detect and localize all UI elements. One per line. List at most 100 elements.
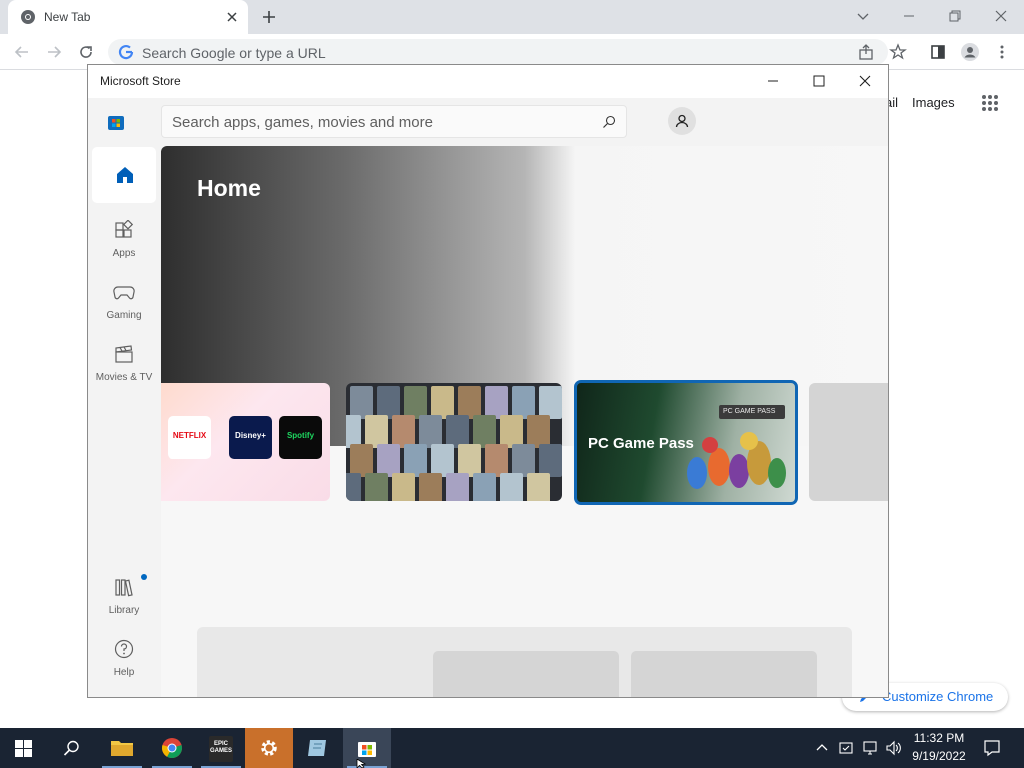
chrome-menu-icon[interactable]	[992, 42, 1012, 62]
taskbar-microsoft-store[interactable]	[343, 728, 391, 768]
chrome-icon	[162, 738, 182, 759]
customize-chrome-label: Customize Chrome	[882, 689, 994, 704]
clapperboard-icon	[115, 345, 133, 363]
windows-start-icon[interactable]	[15, 740, 32, 757]
store-maximize-icon[interactable]	[811, 73, 827, 89]
notification-center-icon[interactable]	[983, 739, 1001, 757]
clock-time[interactable]: 11:32 PM	[900, 731, 978, 745]
game-cover	[392, 473, 415, 501]
folder-icon	[111, 741, 133, 756]
forward-arrow-icon[interactable]	[44, 42, 64, 62]
featured-section-panel	[197, 627, 852, 697]
disney-logo-text: Disney+	[235, 431, 266, 440]
ntp-images-link[interactable]: Images	[912, 95, 955, 110]
featured-tile[interactable]	[631, 651, 817, 697]
home-icon	[117, 167, 133, 183]
game-cover	[473, 473, 496, 501]
mouse-cursor-icon	[356, 759, 366, 768]
store-search-placeholder: Search apps, games, movies and more	[172, 114, 433, 131]
taskbar-epic-games[interactable]: EPIC GAMES	[197, 728, 245, 768]
chrome-minimize-icon[interactable]	[899, 6, 919, 26]
spotify-logo-text: Spotify	[286, 431, 315, 440]
store-minimize-icon[interactable]	[765, 73, 781, 89]
netflix-tile: NETFLIX	[168, 416, 211, 459]
tray-chevron-up-icon[interactable]	[815, 741, 829, 755]
taskbar-search-icon[interactable]	[63, 740, 80, 757]
omnibox-placeholder: Search Google or type a URL	[142, 45, 326, 61]
share-icon[interactable]	[856, 42, 876, 62]
help-icon	[114, 639, 134, 659]
next-carousel-card[interactable]	[809, 383, 888, 501]
page-title: Home	[197, 175, 261, 201]
game-cover	[365, 473, 388, 501]
gamepad-icon	[113, 286, 135, 300]
disney-plus-tile: Disney+	[229, 416, 272, 459]
settings-gear-icon	[261, 740, 277, 756]
nav-label-movies-tv: Movies & TV	[95, 372, 153, 383]
tab-title: New Tab	[44, 10, 91, 24]
omnibox[interactable]: Search Google or type a URL	[108, 39, 888, 65]
tab-search-chevron-icon[interactable]	[853, 6, 873, 26]
store-bag-logo-icon	[108, 116, 124, 130]
store-search-input[interactable]: Search apps, games, movies and more	[161, 105, 627, 138]
bookmark-star-icon[interactable]	[888, 42, 908, 62]
profile-avatar-icon[interactable]	[960, 42, 980, 62]
nav-item-home[interactable]	[92, 147, 156, 203]
epic-games-icon: EPIC GAMES	[209, 736, 233, 762]
chrome-tab-new-tab[interactable]: New Tab	[8, 0, 248, 34]
back-arrow-icon[interactable]	[12, 42, 32, 62]
nav-item-movies-tv[interactable]: Movies & TV	[92, 344, 156, 383]
taskbar-file-explorer[interactable]	[98, 728, 146, 768]
pc-game-pass-card[interactable]: PC Game Pass PC GAME PASS	[574, 380, 798, 505]
spotify-tile: Spotify	[279, 416, 322, 459]
nav-item-library[interactable]: Library	[92, 577, 156, 616]
game-cover	[527, 473, 550, 501]
game-cover	[346, 473, 361, 501]
store-home-content: Home NETFLIX Disney+ Spotify PC Game Pas…	[161, 146, 888, 697]
nav-label-gaming: Gaming	[106, 310, 142, 321]
games-collection-card[interactable]	[346, 383, 562, 501]
store-title-bar: Microsoft Store	[88, 65, 888, 98]
apps-icon	[115, 219, 134, 238]
game-cover	[446, 473, 469, 501]
chrome-tab-strip: New Tab	[0, 0, 1024, 34]
google-apps-grid-icon[interactable]	[981, 94, 999, 112]
reload-icon[interactable]	[76, 42, 96, 62]
nav-label-apps: Apps	[112, 248, 136, 259]
epic-logo-text: EPIC GAMES	[209, 741, 232, 754]
store-taskbar-icon	[358, 742, 376, 757]
nav-item-gaming[interactable]: Gaming	[92, 282, 156, 321]
side-panel-icon[interactable]	[928, 42, 948, 62]
library-update-badge	[141, 574, 147, 580]
app-tile-icon	[308, 740, 326, 756]
chrome-restore-icon[interactable]	[945, 6, 965, 26]
clock-date[interactable]: 9/19/2022	[900, 749, 978, 763]
microsoft-store-window: Microsoft Store Search apps, games, movi…	[87, 64, 889, 698]
nav-item-help[interactable]: Help	[92, 639, 156, 678]
nav-item-apps[interactable]: Apps	[92, 219, 156, 259]
gamepass-badge: PC GAME PASS	[719, 405, 785, 419]
nav-label-library: Library	[108, 605, 140, 616]
featured-tile[interactable]	[433, 651, 619, 697]
search-icon[interactable]	[602, 115, 616, 129]
taskbar-settings[interactable]	[245, 728, 293, 768]
gamepass-badge-text: PC GAME PASS	[723, 408, 776, 415]
volume-icon[interactable]	[885, 740, 901, 756]
network-icon[interactable]	[862, 740, 880, 756]
library-icon	[115, 579, 133, 597]
chrome-close-icon[interactable]	[991, 6, 1011, 26]
game-cover	[500, 473, 523, 501]
taskbar-chrome[interactable]	[148, 728, 196, 768]
tray-shield-icon[interactable]	[838, 740, 854, 756]
nav-label-help: Help	[113, 667, 135, 678]
google-g-icon	[118, 44, 134, 60]
store-window-title: Microsoft Store	[100, 74, 181, 88]
new-tab-plus-icon[interactable]	[260, 8, 278, 26]
store-close-icon[interactable]	[857, 73, 873, 89]
entertainment-card[interactable]: NETFLIX Disney+ Spotify	[161, 383, 330, 501]
taskbar-app-notes[interactable]	[294, 728, 342, 768]
store-account-avatar[interactable]	[668, 107, 696, 135]
tab-close-icon[interactable]	[224, 9, 240, 25]
windows-taskbar: EPIC GAMES 11:32 PM 9/19/2022	[0, 728, 1024, 768]
netflix-logo-text: NETFLIX	[172, 431, 207, 440]
